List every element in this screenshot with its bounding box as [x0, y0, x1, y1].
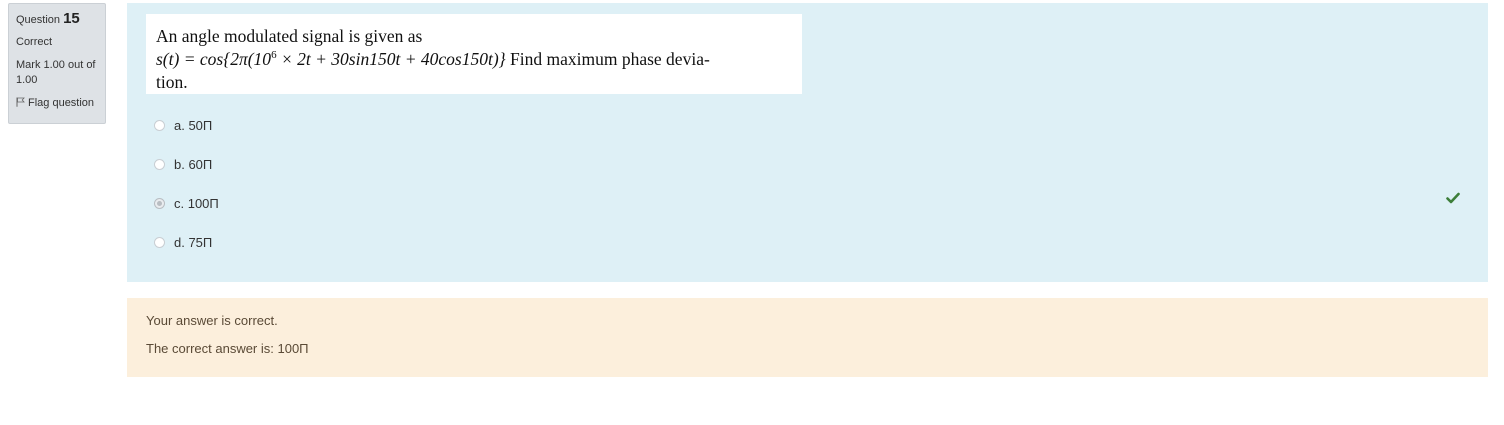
question-label: Question: [16, 14, 61, 26]
question-info-panel: Question 15 Correct Mark 1.00 out of 1.0…: [8, 3, 106, 124]
check-icon: [1446, 191, 1460, 209]
answer-feedback: Your answer is correct. The correct answ…: [127, 298, 1488, 377]
answer-option-c[interactable]: c. 100Π: [154, 193, 219, 213]
answer-label-a[interactable]: a. 50Π: [174, 118, 212, 133]
answer-radio-a[interactable]: [154, 119, 165, 131]
equation-part-2: × 2t + 30sin150t + 40cos150t)}: [276, 49, 506, 69]
answer-label-c[interactable]: c. 100Π: [174, 196, 219, 211]
question-text-image: An angle modulated signal is given as s(…: [146, 14, 802, 94]
question-state: Correct: [16, 36, 53, 48]
equation-part-1: s(t) = cos{2π(10: [156, 49, 272, 69]
answer-option-b[interactable]: b. 60Π: [154, 154, 212, 174]
flag-icon: [16, 97, 28, 109]
question-formulation: An angle modulated signal is given as s(…: [127, 3, 1488, 282]
question-line-3: tion.: [156, 72, 188, 92]
question-line-1: An angle modulated signal is given as: [156, 26, 423, 46]
flag-question-link[interactable]: Flag question: [16, 96, 98, 110]
specific-feedback: Your answer is correct.: [146, 313, 278, 328]
question-number-line: Question 15: [16, 10, 98, 29]
question-line-2-text: Find maximum phase devia-: [505, 49, 710, 69]
answer-label-b[interactable]: b. 60Π: [174, 157, 212, 172]
question-line-2: s(t) = cos{2π(106 × 2t + 30sin150t + 40c…: [156, 49, 710, 70]
question-number: 15: [63, 10, 80, 27]
right-answer: The correct answer is: 100Π: [146, 341, 309, 356]
answer-option-d[interactable]: d. 75Π: [154, 232, 212, 252]
answer-label-d[interactable]: d. 75Π: [174, 235, 212, 250]
answer-radio-b[interactable]: [154, 158, 165, 170]
flag-question-label: Flag question: [28, 97, 95, 109]
question-grade: Mark 1.00 out of 1.00: [16, 59, 96, 86]
answer-radio-c[interactable]: [154, 197, 165, 209]
answer-option-a[interactable]: a. 50Π: [154, 115, 212, 135]
answer-radio-d[interactable]: [154, 236, 165, 248]
